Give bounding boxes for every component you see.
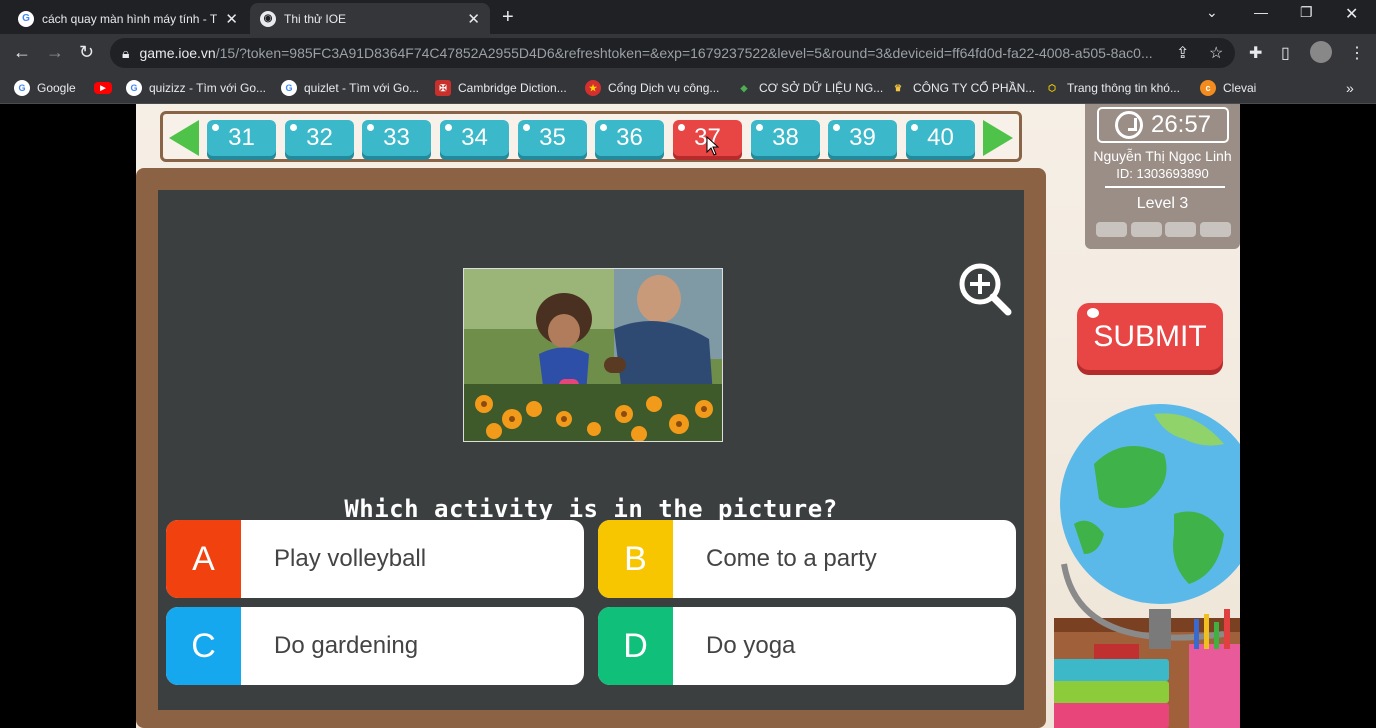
question-number-button[interactable]: 36 (595, 120, 664, 156)
restore-icon[interactable]: ❐ (1300, 4, 1313, 21)
answer-text: Do yoga (706, 632, 796, 659)
user-name: Nguyễn Thị Ngọc Linh (1093, 148, 1232, 164)
emblem-icon: ★ (585, 80, 601, 96)
answer-text: Come to a party (706, 545, 877, 572)
question-image (463, 268, 723, 442)
bookmark-quizlet[interactable]: Gquizlet - Tìm với Go... (281, 78, 419, 98)
bookmark-youtube[interactable]: ▶ (94, 78, 119, 98)
answer-letter: B (598, 520, 673, 598)
side-panel-icon[interactable]: ▯ (1281, 43, 1290, 63)
bookmark-star-icon[interactable]: ☆ (1209, 43, 1223, 63)
google-icon: G (126, 80, 142, 96)
tab-title: Thi thử IOE (284, 11, 347, 26)
question-number-button[interactable]: 32 (285, 120, 354, 156)
cambridge-shield-icon: ✠ (435, 80, 451, 96)
browser-toolbar: ← → ↻ 🔒︎ game.ioe.vn /15/?token=985FC3A9… (0, 34, 1376, 72)
zoom-in-icon[interactable] (958, 262, 1013, 317)
bookmark-quizizz[interactable]: Gquizizz - Tìm với Go... (126, 78, 266, 98)
new-tab-icon[interactable]: + (502, 6, 514, 29)
user-info-panel: 26:57 Nguyễn Thị Ngọc Linh ID: 130369389… (1085, 104, 1240, 249)
question-number-button[interactable]: 38 (751, 120, 820, 156)
question-number-button[interactable]: 40 (906, 120, 975, 156)
lock-icon: 🔒︎ (122, 44, 130, 61)
bookmark-co-so-du-lieu[interactable]: ◆ CƠ SỞ DỮ LIỆU NG... (736, 78, 884, 98)
alarm-clock-icon (1114, 111, 1143, 139)
bookmark-cong-ty[interactable]: ♛ CÔNG TY CỔ PHẦN... (890, 78, 1035, 98)
prev-arrow-icon[interactable] (169, 120, 199, 156)
tab-search-icon[interactable]: ⌄ (1206, 4, 1218, 21)
globe-and-books-decoration (1054, 404, 1240, 728)
bookmarks-bar: G Google ▶ Gquizizz - Tìm với Go... Gquiz… (0, 72, 1376, 104)
close-tab-icon[interactable]: ✕ (467, 10, 480, 28)
bookmark-dich-vu-cong[interactable]: ★ Cổng Dịch vụ công... (585, 78, 719, 98)
tab-ioe[interactable]: ◉ Thi thử IOE ✕ (250, 3, 490, 34)
google-icon: G (14, 80, 30, 96)
level-progress-pip (1165, 222, 1196, 237)
forward-icon[interactable]: → (46, 42, 64, 63)
chalkboard: Which activity is in the picture? A Play… (136, 168, 1046, 728)
hexagon-icon: ⬡ (1048, 82, 1056, 93)
question-number-button[interactable]: 34 (440, 120, 509, 156)
level-progress-pip (1096, 222, 1127, 237)
address-bar[interactable]: 🔒︎ game.ioe.vn /15/?token=985FC3A91D8364… (110, 38, 1235, 68)
timer-value: 26:57 (1150, 111, 1212, 138)
level-progress-pip (1131, 222, 1162, 237)
answer-option-b[interactable]: B Come to a party (598, 520, 1016, 598)
minimize-icon[interactable]: — (1254, 4, 1268, 20)
question-number-button[interactable]: 35 (518, 120, 587, 156)
google-icon: G (281, 80, 297, 96)
extensions-icon[interactable]: ✚ (1249, 43, 1262, 63)
answer-letter: A (166, 520, 241, 598)
google-icon: G (18, 10, 34, 27)
submit-button[interactable]: SUBMIT (1077, 303, 1223, 370)
profile-avatar-icon[interactable] (1310, 41, 1332, 63)
bookmark-cambridge[interactable]: ✠ Cambridge Diction... (435, 78, 567, 98)
question-number-button[interactable]: 33 (362, 120, 431, 156)
menu-icon[interactable]: ⋮ (1349, 43, 1365, 63)
answer-option-c[interactable]: C Do gardening (166, 607, 584, 685)
youtube-icon: ▶ (94, 82, 112, 94)
bookmark-google[interactable]: G Google (14, 78, 76, 98)
answer-text: Play volleyball (274, 545, 427, 572)
close-tab-icon[interactable]: ✕ (225, 10, 238, 28)
answer-option-d[interactable]: D Do yoga (598, 607, 1016, 685)
answer-letter: C (166, 607, 241, 685)
browser-chrome: G cách quay màn hình máy tính - T ✕ ◉ Th… (0, 0, 1376, 104)
tab-title: cách quay màn hình máy tính - T (42, 11, 218, 26)
ioe-game-area: 31 32 33 34 35 36 37 38 39 40 26:57 Nguy… (136, 104, 1240, 728)
next-arrow-icon[interactable] (983, 120, 1013, 156)
divider (1105, 186, 1225, 188)
more-bookmarks-icon[interactable]: » (1346, 78, 1354, 98)
question-number-button[interactable]: 39 (828, 120, 897, 156)
share-icon[interactable]: ⇪ (1176, 43, 1189, 63)
tab-google-search[interactable]: G cách quay màn hình máy tính - T ✕ (8, 3, 248, 34)
question-text: Which activity is in the picture? (344, 495, 838, 523)
url-path: /15/?token=985FC3A91D8364F74C47852A2955D… (215, 45, 1153, 61)
reload-icon[interactable]: ↻ (79, 42, 94, 63)
ioe-icon: ◉ (260, 10, 276, 27)
diamond-icon: ◆ (740, 82, 748, 93)
level-progress-pip (1200, 222, 1231, 237)
question-number-button[interactable]: 31 (207, 120, 276, 156)
crown-icon: ♛ (893, 82, 903, 93)
mouse-cursor-icon (706, 136, 720, 156)
bookmark-clevai[interactable]: c Clevai (1200, 78, 1256, 98)
question-navigator: 31 32 33 34 35 36 37 38 39 40 (160, 111, 1022, 162)
clevai-icon: c (1200, 80, 1216, 96)
close-window-icon[interactable]: ✕ (1345, 4, 1358, 24)
url-host: game.ioe.vn (139, 45, 216, 61)
answer-letter: D (598, 607, 673, 685)
tab-strip: G cách quay màn hình máy tính - T ✕ ◉ Th… (0, 0, 1376, 34)
user-id: ID: 1303693890 (1116, 166, 1209, 181)
level-label: Level 3 (1136, 195, 1189, 212)
answer-option-a[interactable]: A Play volleyball (166, 520, 584, 598)
answer-text: Do gardening (274, 632, 419, 659)
back-icon[interactable]: ← (13, 42, 31, 63)
countdown-timer: 26:57 (1097, 107, 1229, 143)
bookmark-trang-thong-tin[interactable]: ⬡ Trang thông tin khó... (1044, 78, 1180, 98)
